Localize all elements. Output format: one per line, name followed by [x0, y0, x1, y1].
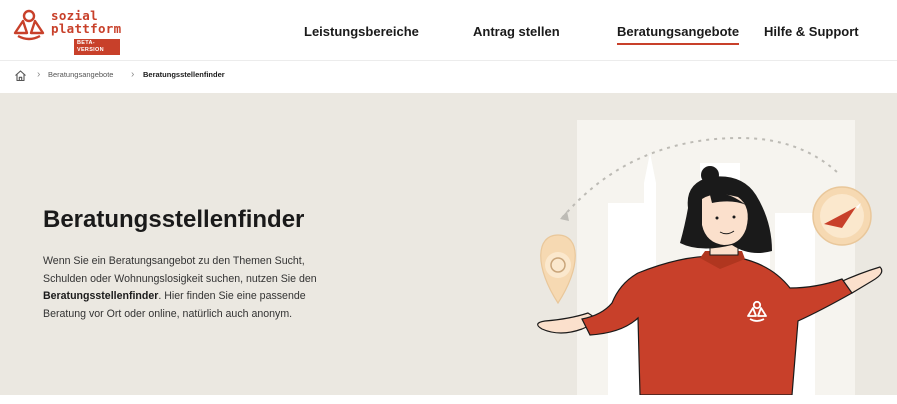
breadcrumb-item-current: Beratungsstellenfinder	[143, 70, 225, 79]
home-icon[interactable]	[14, 69, 27, 82]
breadcrumb: › Beratungsangebote › Beratungsstellenfi…	[0, 60, 897, 90]
hero-description-highlight: Beratungsstellenfinder	[43, 290, 159, 302]
page-title: Beratungsstellenfinder	[43, 206, 305, 233]
hero-description: Wenn Sie ein Beratungsangebot zu den The…	[43, 255, 317, 320]
nav-beratungsangebote[interactable]: Beratungsangebote	[617, 24, 740, 45]
logo-text: sozial plattform	[51, 8, 122, 36]
logo[interactable]: sozial plattform BETA-VERSION	[10, 4, 122, 55]
breadcrumb-item-beratungsangebote[interactable]: Beratungsangebote	[48, 70, 113, 79]
breadcrumb-separator: ›	[131, 69, 135, 80]
breadcrumb-separator: ›	[37, 69, 41, 80]
sozialplattform-logo-icon	[13, 9, 45, 41]
page-divider	[0, 395, 897, 404]
nav-hilfe-support[interactable]: Hilfe & Support	[764, 24, 859, 39]
beta-badge: BETA-VERSION	[74, 39, 120, 55]
nav-leistungsbereiche[interactable]: Leistungsbereiche	[304, 24, 419, 39]
hero-illustration	[537, 120, 883, 395]
location-pin-icon	[540, 234, 576, 305]
hero-section: Beratungsstellenfinder Wenn Sie ein Bera…	[0, 93, 897, 395]
nav-antrag-stellen[interactable]: Antrag stellen	[473, 24, 560, 39]
compass-icon	[812, 186, 872, 246]
header: sozial plattform BETA-VERSION Leistungsb…	[0, 0, 897, 60]
